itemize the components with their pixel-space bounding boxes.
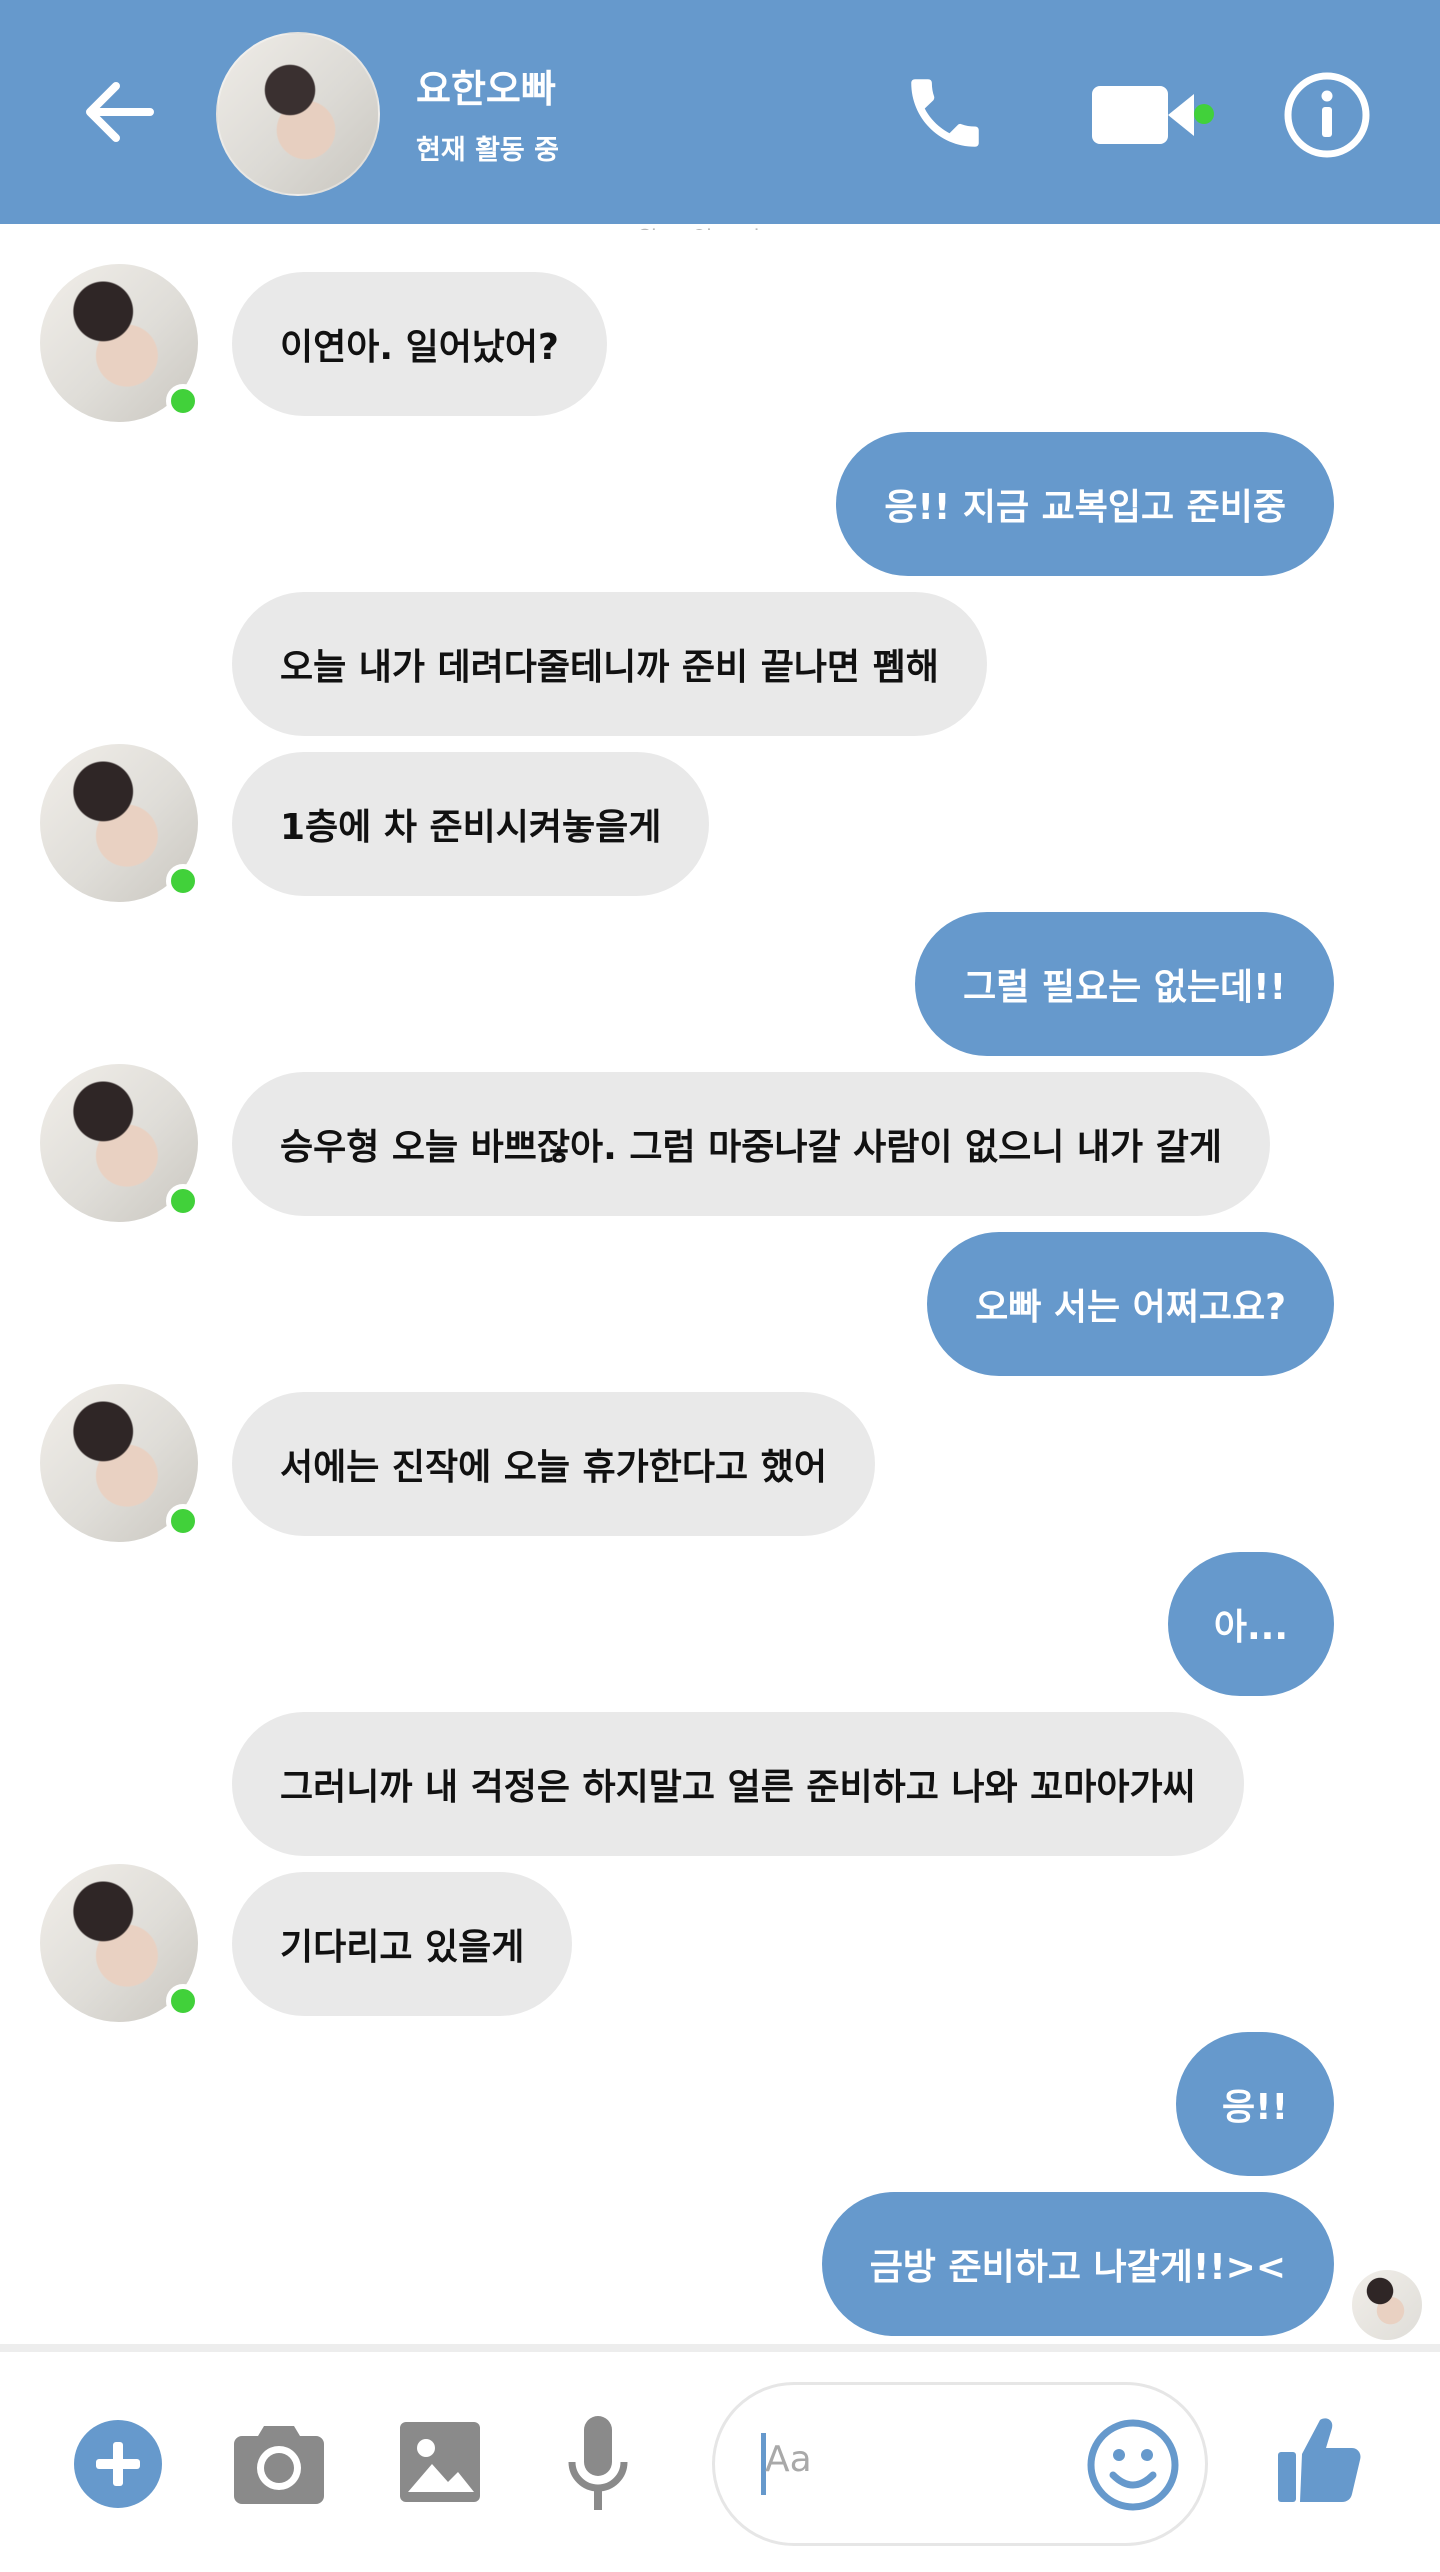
incoming-message[interactable]: 승우형 오늘 바쁘잖아. 그럼 마중나갈 사람이 없으니 내가 갈게 — [232, 1072, 1270, 1216]
sender-avatar[interactable] — [40, 1864, 200, 2022]
outgoing-message[interactable]: 금방 준비하고 나갈게!!>< — [821, 2192, 1334, 2336]
sender-avatar[interactable] — [40, 1064, 200, 1222]
microphone-icon[interactable] — [566, 2414, 630, 2514]
seen-receipt-avatar — [1352, 2270, 1422, 2340]
camera-icon[interactable] — [234, 2420, 324, 2504]
online-indicator — [166, 384, 200, 418]
outgoing-message[interactable]: 그럴 필요는 없는데!! — [915, 912, 1334, 1056]
incoming-message[interactable]: 오늘 내가 데려다줄테니까 준비 끝나면 폠해 — [232, 592, 987, 736]
outgoing-message[interactable]: 응!! — [1176, 2032, 1334, 2176]
sender-avatar[interactable] — [40, 264, 200, 422]
incoming-message[interactable]: 기다리고 있을게 — [232, 1872, 573, 2016]
online-indicator — [166, 1504, 200, 1538]
incoming-message[interactable]: 이연아. 일어났어? — [232, 272, 607, 416]
sender-avatar[interactable] — [40, 744, 200, 902]
back-arrow-icon[interactable] — [80, 72, 160, 152]
video-camera-icon[interactable] — [1090, 80, 1210, 150]
message-input[interactable]: Aa — [712, 2382, 1208, 2546]
chat-header: 요한오빠 현재 활동 중 — [0, 0, 1440, 224]
incoming-message[interactable]: 그러니까 내 걱정은 하지말고 얼른 준비하고 나와 꼬마아가씨 — [232, 1712, 1244, 1856]
image-icon[interactable] — [398, 2420, 482, 2504]
outgoing-message[interactable]: 응!! 지금 교복입고 준비중 — [836, 432, 1334, 576]
contact-name[interactable]: 요한오빠 — [416, 58, 556, 113]
incoming-message[interactable]: 1층에 차 준비시켜놓을게 — [232, 752, 710, 896]
date-separator: 11월 11일 오전 06:00 — [0, 222, 1440, 230]
plus-icon[interactable] — [72, 2418, 164, 2510]
thumbs-up-icon[interactable] — [1276, 2414, 1362, 2504]
video-online-dot — [1194, 104, 1214, 124]
incoming-message[interactable]: 서에는 진작에 오늘 휴가한다고 했어 — [232, 1392, 875, 1536]
sender-avatar[interactable] — [40, 1384, 200, 1542]
outgoing-message[interactable]: 아... — [1167, 1552, 1334, 1696]
active-status: 현재 활동 중 — [416, 135, 559, 166]
outgoing-message[interactable]: 오빠 서는 어쩌고요? — [927, 1232, 1334, 1376]
input-placeholder: Aa — [765, 2439, 812, 2480]
online-indicator — [166, 864, 200, 898]
contact-avatar[interactable] — [216, 32, 380, 196]
online-indicator — [166, 1984, 200, 2018]
emoji-icon[interactable] — [1085, 2417, 1181, 2513]
info-icon[interactable] — [1282, 70, 1372, 160]
phone-icon[interactable] — [900, 68, 990, 158]
online-indicator — [166, 1184, 200, 1218]
